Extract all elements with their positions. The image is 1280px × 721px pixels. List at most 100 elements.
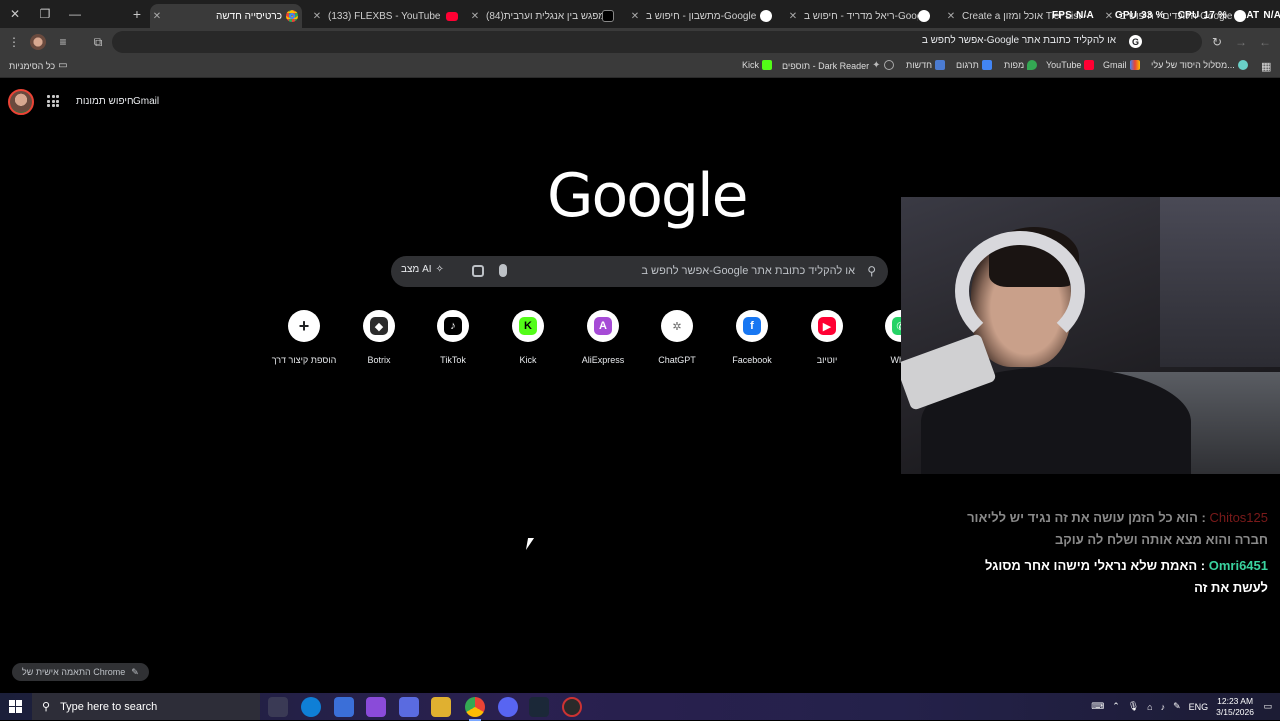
edge-icon[interactable] <box>301 697 321 717</box>
tab-calculator-search[interactable]: ✕ מתשבון - חיפוש ב-Google <box>628 4 776 28</box>
clock[interactable]: 12:23 AM 3/15/2026 <box>1216 696 1254 718</box>
new-tab-button[interactable]: + <box>122 0 152 28</box>
windows-start-icon[interactable] <box>9 700 22 713</box>
close-tab-icon[interactable]: ✕ <box>468 11 482 22</box>
bookmark-label: חדשות <box>906 60 933 70</box>
bookmark-translate[interactable]: תרגום <box>956 60 992 70</box>
extensions-icon[interactable]: ⧉ <box>90 34 106 50</box>
address-bar[interactable]: אפשר לחפש ב-Google או להקליד כתובת אתר G <box>112 31 1202 53</box>
shortcut-tile[interactable]: ▶ יוטיוב <box>792 310 862 365</box>
all-bookmarks-button[interactable]: כל הסימניות ▭ <box>9 60 68 71</box>
close-window-icon[interactable]: ✕ <box>0 0 30 28</box>
tab-tiktok[interactable]: ✕ (84)המפגש בין אנגלית וערבית <box>468 4 618 28</box>
new-tab-page: חיפוש תמונות Gmail Google ⚲ אפשר לחפש ב-… <box>0 79 1280 693</box>
taskbar-search[interactable]: ⚲ Type here to search <box>32 693 260 720</box>
shortcut-tile[interactable]: ♪ TikTok <box>418 310 488 365</box>
network-icon[interactable]: ⌂ <box>1147 702 1152 712</box>
shortcut-glyph: ▶ <box>818 317 836 335</box>
bookmark-youtube[interactable]: YouTube <box>1046 60 1095 70</box>
shortcut-glyph: K <box>519 317 537 335</box>
chrome-taskbar-icon[interactable] <box>465 697 485 721</box>
google-icon <box>918 10 930 22</box>
cpu-value: 17 % <box>1203 10 1228 21</box>
shortcut-tile[interactable]: ✲ ChatGPT <box>642 310 712 365</box>
shortcut-tile[interactable]: A AliExpress <box>568 310 638 365</box>
store-icon[interactable] <box>334 697 354 717</box>
tab-real-madrid-search[interactable]: ✕ ריאל מדריד - חיפוש ב-Google <box>786 4 934 28</box>
shortcut-glyph: ✲ <box>668 317 686 335</box>
restore-window-icon[interactable]: ❐ <box>30 0 60 28</box>
close-tab-icon[interactable]: ✕ <box>786 11 800 22</box>
search-icon: ⚲ <box>42 701 51 713</box>
shortcut-tile[interactable]: ✆ What <box>866 310 901 365</box>
back-arrow-icon[interactable]: ← <box>1257 34 1273 50</box>
steam-icon[interactable] <box>529 697 549 717</box>
customize-chrome-button[interactable]: התאמה אישית של Chrome ✎ <box>12 663 149 681</box>
minimize-window-icon[interactable]: — <box>60 0 90 28</box>
menu-kebab-icon[interactable]: ⋮ <box>6 34 22 50</box>
bookmark-kick[interactable]: Kick <box>742 60 773 70</box>
globe-icon <box>1237 60 1248 70</box>
bookmark-label: מפות <box>1004 60 1025 70</box>
clock-date: 3/15/2026 <box>1216 706 1254 717</box>
folder-icon: ▭ <box>58 60 68 71</box>
shortcut-label: Facebook <box>732 355 772 365</box>
shortcut-icon: ✆ <box>885 310 901 342</box>
bookmark-label: תוספים - Dark Reader <box>782 60 870 71</box>
task-view-icon[interactable] <box>268 697 288 717</box>
reload-icon[interactable]: ↻ <box>1209 34 1225 50</box>
tab-title: ריאל מדריד - חיפוש ב-Google <box>804 10 918 22</box>
news-icon <box>935 60 946 70</box>
bookmark-maps[interactable]: מפות <box>1004 60 1038 70</box>
close-tab-icon[interactable]: ✕ <box>628 11 642 22</box>
shortcut-glyph: A <box>594 317 612 335</box>
tab-new-tab[interactable]: ✕ כרטיסייה חדשה <box>150 4 302 28</box>
chrome-icon <box>286 10 298 22</box>
tab-youtube[interactable]: ✕ (133) FLEXBS - YouTube <box>310 4 462 28</box>
youtube-icon <box>446 11 458 21</box>
youtube-icon <box>1084 60 1095 70</box>
bookmark-label: YouTube <box>1046 60 1082 70</box>
kick-icon <box>762 60 773 70</box>
close-tab-icon[interactable]: ✕ <box>310 11 324 22</box>
shortcut-tile[interactable]: K Kick <box>493 310 563 365</box>
bookmark-label: Kick <box>742 60 760 70</box>
notifications-icon[interactable]: ▭ <box>1263 701 1272 712</box>
tab-title: (133) FLEXBS - YouTube <box>328 10 441 22</box>
media-controls-icon[interactable]: ≡ <box>55 34 71 50</box>
language-indicator[interactable]: ENG <box>1189 702 1209 712</box>
apps-grid-icon[interactable]: ▦ <box>1261 60 1271 73</box>
bookmark-dark-reader[interactable]: תוספים - Dark Reader ✦ <box>782 60 881 71</box>
tiktok-icon <box>602 10 614 22</box>
bookmarks-bar: כל הסימניות ▭ Kick תוספים - Dark Reader … <box>0 56 1280 78</box>
obs-icon[interactable] <box>562 697 582 717</box>
chevron-up-icon[interactable]: ⌃ <box>1112 701 1120 712</box>
mouse-cursor <box>525 538 535 550</box>
bookmark-news[interactable]: חדשות <box>906 60 946 70</box>
fps-label: FPS <box>1052 10 1073 21</box>
bookmark-label: תרגום <box>956 60 979 70</box>
bookmark-label: Gmail <box>1103 60 1127 70</box>
shortcut-tile[interactable]: f Facebook <box>717 310 787 365</box>
close-tab-icon[interactable]: ✕ <box>150 11 164 22</box>
profile-avatar[interactable] <box>30 34 46 50</box>
file-explorer-icon[interactable] <box>431 697 451 717</box>
copilot-app-icon[interactable] <box>399 697 419 717</box>
bookmark-course[interactable]: מסלול היסוד של עלי... <box>1151 60 1248 70</box>
pen-icon[interactable]: ✎ <box>1173 701 1181 712</box>
forward-arrow-icon[interactable]: → <box>1233 34 1249 50</box>
stream-chat-overlay: Chitos125 : הוא כל הזמן עושה את זה נגיד … <box>948 507 1268 603</box>
microphone-tray-icon[interactable]: 🎙 <box>1128 701 1139 712</box>
discord-icon[interactable] <box>498 697 518 717</box>
keyboard-icon[interactable]: ⌨ <box>1091 701 1104 712</box>
shortcut-icon: ◆ <box>363 310 395 342</box>
close-tab-icon[interactable]: ✕ <box>944 11 958 22</box>
shortcut-tile[interactable]: + הוספת קיצור דרך <box>269 310 339 365</box>
lat-value: N/A <box>1263 10 1280 21</box>
bookmark-gmail[interactable]: Gmail <box>1103 60 1140 70</box>
bookmark-globe[interactable] <box>884 60 894 70</box>
tab-title: (84)המפגש בין אנגלית וערבית <box>486 10 602 22</box>
shortcut-tile[interactable]: ◆ Botrix <box>344 310 414 365</box>
volume-icon[interactable]: ♪ <box>1161 702 1166 712</box>
copilot-icon[interactable] <box>366 697 386 717</box>
